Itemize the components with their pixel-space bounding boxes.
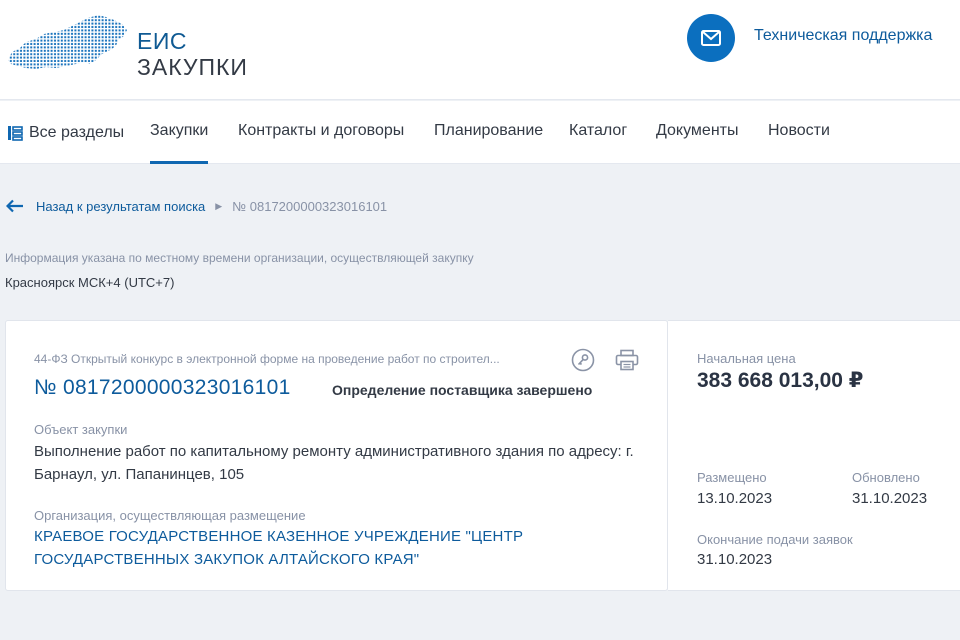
logo-text: ЕИС ЗАКУПКИ bbox=[137, 28, 248, 80]
procurement-type: 44-ФЗ Открытый конкурс в электронной фор… bbox=[34, 352, 500, 366]
deadline-value: 31.10.2023 bbox=[697, 551, 773, 568]
main-nav: Все разделы Закупки Контракты и договоры… bbox=[0, 101, 960, 164]
printer-icon bbox=[615, 349, 639, 371]
organization-link[interactable]: КРАЕВОЕ ГОСУДАРСТВЕННОЕ КАЗЕННОЕ УЧРЕЖДЕ… bbox=[34, 525, 634, 571]
mail-icon bbox=[701, 30, 721, 46]
breadcrumb: Назад к результатам поиска ▶ № 081720000… bbox=[6, 196, 387, 216]
back-to-results-link[interactable]: Назад к результатам поиска bbox=[36, 199, 205, 214]
posted-label: Размещено bbox=[697, 470, 767, 485]
procurement-card: 44-ФЗ Открытый конкурс в электронной фор… bbox=[5, 320, 668, 591]
nav-all-sections[interactable]: Все разделы bbox=[7, 101, 124, 164]
logo-line1: ЕИС bbox=[137, 28, 187, 54]
posted-value: 13.10.2023 bbox=[697, 490, 773, 507]
nav-item-purchases[interactable]: Закупки bbox=[150, 101, 209, 164]
key-icon bbox=[571, 348, 595, 372]
sections-menu-icon bbox=[8, 125, 23, 141]
site-header: ЕИС ЗАКУПКИ Техническая поддержка bbox=[0, 0, 960, 100]
updated-label: Обновлено bbox=[852, 470, 920, 485]
eis-logo[interactable]: ЕИС ЗАКУПКИ bbox=[6, 12, 256, 80]
nav-item-planning[interactable]: Планирование bbox=[434, 101, 543, 164]
procurement-status: Определение поставщика завершено bbox=[332, 382, 593, 398]
nav-item-catalog[interactable]: Каталог bbox=[569, 101, 627, 164]
procurement-number-link[interactable]: № 0817200000323016101 bbox=[34, 376, 291, 400]
deadline-label: Окончание подачи заявок bbox=[697, 532, 853, 547]
nav-item-documents[interactable]: Документы bbox=[656, 101, 738, 164]
price-label: Начальная цена bbox=[697, 351, 796, 366]
timezone-value: Красноярск МСК+4 (UTC+7) bbox=[5, 275, 175, 290]
support-mail-button[interactable] bbox=[687, 14, 735, 62]
russia-map-logo-icon bbox=[8, 15, 127, 69]
nav-item-news[interactable]: Новости bbox=[768, 101, 830, 164]
print-button[interactable] bbox=[614, 347, 640, 373]
timezone-note: Информация указана по местному времени о… bbox=[5, 251, 474, 265]
chevron-right-icon: ▶ bbox=[215, 200, 223, 211]
updated-value: 31.10.2023 bbox=[852, 490, 928, 507]
organization-label: Организация, осуществляющая размещение bbox=[34, 508, 306, 523]
key-button[interactable] bbox=[570, 347, 596, 373]
arrow-left-icon[interactable] bbox=[6, 199, 24, 213]
support-link[interactable]: Техническая поддержка bbox=[754, 27, 932, 45]
nav-item-contracts[interactable]: Контракты и договоры bbox=[238, 101, 404, 164]
price-summary-panel: Начальная цена 383 668 013,00 ₽ Размещен… bbox=[668, 320, 960, 591]
price-value: 383 668 013,00 ₽ bbox=[697, 369, 864, 392]
logo-line2: ЗАКУПКИ bbox=[137, 54, 248, 80]
nav-all-sections-label: Все разделы bbox=[29, 123, 125, 141]
object-value: Выполнение работ по капитальному ремонту… bbox=[34, 443, 634, 483]
object-label: Объект закупки bbox=[34, 422, 128, 437]
breadcrumb-current: № 0817200000323016101 bbox=[232, 198, 388, 214]
